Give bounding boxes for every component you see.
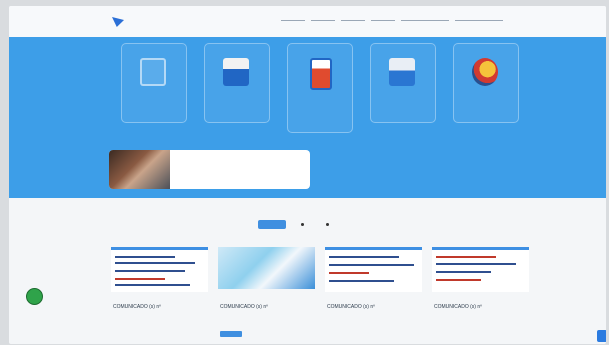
top-navigation-bar: [9, 6, 606, 37]
service-card-3[interactable]: [287, 43, 353, 133]
news-title: COMUNICADO (s) nº: [327, 304, 375, 310]
service-card-5[interactable]: [453, 43, 519, 123]
nav-item-3[interactable]: [341, 18, 365, 21]
phone-icon: [310, 58, 332, 90]
news-title: COMUNICADO (s) nº: [434, 304, 482, 310]
main-menu: [281, 18, 503, 21]
nav-item-6[interactable]: [455, 18, 503, 21]
hero-section: [9, 37, 606, 198]
news-title: COMUNICADO (s) nº: [113, 304, 161, 310]
chart-icon: [389, 58, 415, 86]
gear-star-icon: [472, 58, 498, 86]
filter-tab-2[interactable]: [296, 220, 311, 229]
news-thumbnail: [111, 247, 208, 292]
news-card-1[interactable]: COMUNICADO (s) nº: [111, 247, 208, 344]
service-card-2[interactable]: [204, 43, 270, 123]
news-thumbnail: [432, 247, 529, 292]
news-filter-tabs: [258, 220, 336, 229]
site-logo[interactable]: [112, 15, 158, 29]
status-indicator[interactable]: [26, 288, 43, 305]
news-card-4[interactable]: COMUNICADO (s) nº: [432, 247, 529, 344]
nav-item-1[interactable]: [281, 18, 305, 21]
banner-photo: [109, 150, 170, 189]
news-card-2[interactable]: COMUNICADO (s) nº: [218, 247, 315, 344]
featured-banner[interactable]: [109, 150, 310, 189]
nav-item-2[interactable]: [311, 18, 335, 21]
filter-tab-3[interactable]: [321, 220, 336, 229]
service-cards: [121, 43, 519, 133]
service-card-4[interactable]: [370, 43, 436, 123]
news-thumbnail: [325, 247, 422, 292]
news-title: COMUNICADO (s) nº: [220, 304, 268, 310]
browser-viewport: COMUNICADO (s) nº COMUNICADO (s) nº COMU…: [9, 6, 606, 344]
nav-item-5[interactable]: [401, 18, 449, 21]
logo-icon: [112, 17, 124, 27]
news-card-3[interactable]: COMUNICADO (s) nº: [325, 247, 422, 344]
news-grid: COMUNICADO (s) nº COMUNICADO (s) nº COMU…: [111, 247, 529, 344]
filter-tab-1[interactable]: [258, 220, 286, 229]
document-icon: [140, 58, 166, 86]
nav-item-4[interactable]: [371, 18, 395, 21]
read-more-button[interactable]: [220, 331, 242, 337]
dot-icon: [326, 223, 329, 226]
service-card-1[interactable]: [121, 43, 187, 123]
news-thumbnail: [218, 247, 315, 289]
chat-help-button[interactable]: [597, 330, 606, 342]
dot-icon: [301, 223, 304, 226]
office-icon: [223, 58, 249, 86]
